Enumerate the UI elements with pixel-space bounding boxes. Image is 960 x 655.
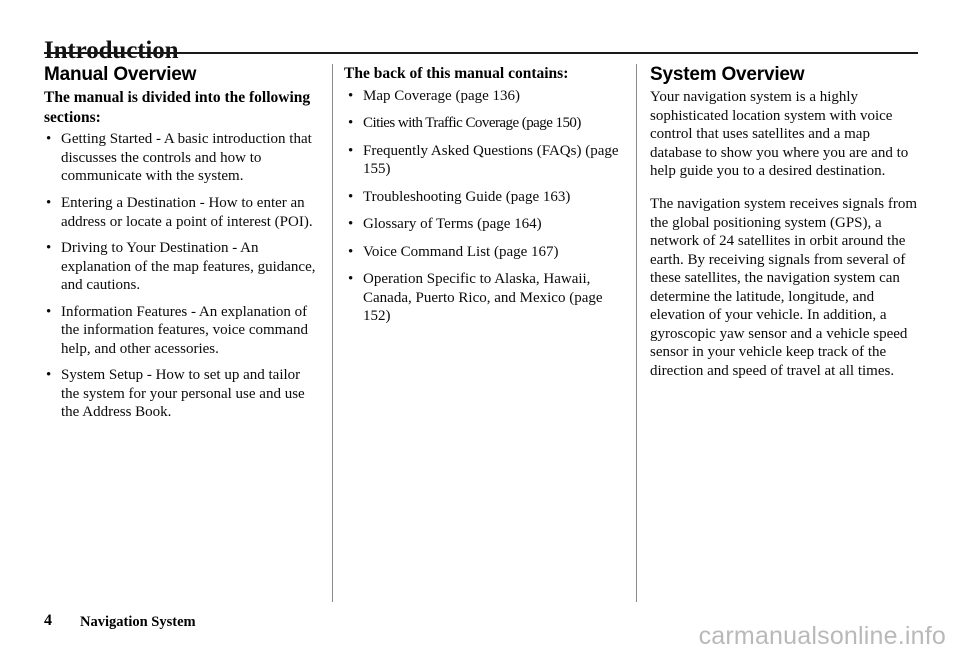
paragraph-system-description: Your navigation system is a highly sophi… xyxy=(650,89,909,180)
lead-back-of-manual: The back of this manual contains: xyxy=(344,65,569,82)
lead-manual-sections: The manual is divided into the following… xyxy=(44,89,311,126)
list-item: • Voice Command List (page 167) xyxy=(344,243,632,262)
column-system-overview: System Overview Your navigation system i… xyxy=(650,64,922,602)
list-item: • Information Features - An explanation … xyxy=(44,303,318,359)
list-item-text: Voice Command List (page 167) xyxy=(363,243,559,260)
list-item-text: System Setup - How to set up and tailor … xyxy=(61,367,305,421)
list-item: • Cities with Traffic Coverage (page 150… xyxy=(344,114,632,133)
page-title: Introduction xyxy=(44,36,179,64)
list-item-text: Entering a Destination - How to enter an… xyxy=(61,194,313,230)
list-item: • Driving to Your Destination - An expla… xyxy=(44,239,318,295)
footer-book-title: Navigation System xyxy=(80,614,196,630)
list-item-text: Map Coverage (page 136) xyxy=(363,87,521,104)
bullet-icon: • xyxy=(348,188,354,205)
bullet-icon: • xyxy=(348,216,354,233)
list-item: • Operation Specific to Alaska, Hawaii, … xyxy=(344,270,632,326)
list-item: • Frequently Asked Questions (FAQs) (pag… xyxy=(344,142,632,179)
list-item-text: Driving to Your Destination - An explana… xyxy=(61,240,316,294)
site-watermark: carmanualsonline.info xyxy=(698,622,946,650)
heading-manual-overview: Manual Overview xyxy=(44,64,197,85)
bullet-icon: • xyxy=(348,271,354,288)
list-item-text: Cities with Traffic Coverage (page 150) xyxy=(363,115,581,132)
bullet-icon: • xyxy=(46,194,52,211)
bullet-icon: • xyxy=(348,142,354,159)
list-item-text: Information Features - An explanation of… xyxy=(61,303,308,357)
list-item: • Entering a Destination - How to enter … xyxy=(44,194,318,231)
bullet-icon: • xyxy=(348,115,354,132)
column-divider-left xyxy=(332,64,333,602)
bullet-icon: • xyxy=(348,243,354,260)
list-item: • Getting Started - A basic introduction… xyxy=(44,130,318,186)
bullet-icon: • xyxy=(46,131,52,148)
heading-system-overview: System Overview xyxy=(650,64,805,85)
bullet-icon: • xyxy=(46,367,52,384)
title-divider-rule xyxy=(44,52,918,54)
list-item-text: Glossary of Terms (page 164) xyxy=(363,216,542,233)
paragraph-gps-description: The navigation system receives signals f… xyxy=(650,195,918,379)
list-manual-sections: • Getting Started - A basic introduction… xyxy=(44,130,318,421)
column-divider-right xyxy=(636,64,637,602)
list-item: • System Setup - How to set up and tailo… xyxy=(44,366,318,422)
list-item-text: Frequently Asked Questions (FAQs) (page … xyxy=(363,142,619,178)
footer-page-number: 4 xyxy=(44,612,52,629)
list-item-text: Troubleshooting Guide (page 163) xyxy=(363,188,571,205)
list-item: • Map Coverage (page 136) xyxy=(344,87,632,106)
column-back-of-manual: The back of this manual contains: • Map … xyxy=(344,64,632,602)
bullet-icon: • xyxy=(46,303,52,320)
list-item-text: Operation Specific to Alaska, Hawaii, Ca… xyxy=(363,271,603,325)
list-item-text: Getting Started - A basic introduction t… xyxy=(61,131,312,185)
column-manual-overview: Manual Overview The manual is divided in… xyxy=(44,64,318,602)
manual-page: Introduction Manual Overview The manual … xyxy=(0,0,960,655)
list-back-of-manual: • Map Coverage (page 136) • Cities with … xyxy=(344,87,632,326)
list-item: • Glossary of Terms (page 164) xyxy=(344,215,632,234)
bullet-icon: • xyxy=(46,240,52,257)
three-column-body: Manual Overview The manual is divided in… xyxy=(44,64,918,602)
list-item: • Troubleshooting Guide (page 163) xyxy=(344,188,632,207)
bullet-icon: • xyxy=(348,87,354,104)
